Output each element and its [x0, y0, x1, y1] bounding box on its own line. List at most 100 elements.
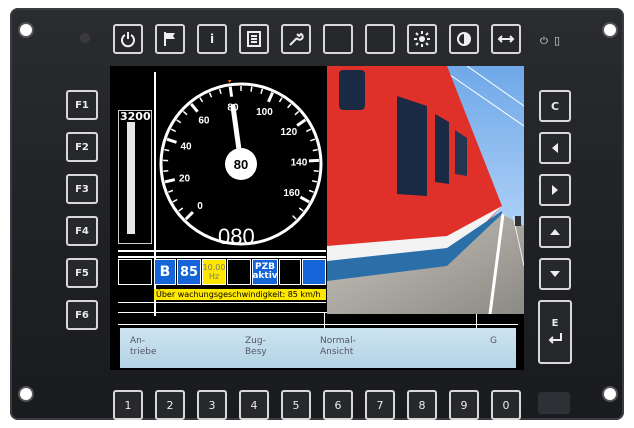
speed-tick	[287, 103, 292, 109]
top-key-5[interactable]	[281, 24, 311, 54]
softkey-1[interactable]: An- triebe	[130, 328, 157, 368]
cells-top-line	[118, 256, 326, 258]
speed-tick	[178, 207, 184, 212]
number-label: 1	[124, 398, 132, 412]
arrow-left-key[interactable]	[539, 132, 571, 164]
top-key-10[interactable]	[491, 24, 521, 54]
empty-cell-1	[118, 259, 152, 285]
speed-tick	[298, 207, 304, 212]
pzb-cell: PZB aktiv	[252, 259, 278, 285]
top-key-3[interactable]: i	[197, 24, 227, 54]
needle-hub-value: 80	[234, 157, 248, 172]
number-label: 2	[166, 398, 174, 412]
softkey-bar: An- triebe Zug- Besy Normal- Ansicht G	[120, 328, 516, 368]
frequency-unit: Hz	[208, 272, 220, 281]
speed-tick	[172, 198, 178, 203]
function-key-f5[interactable]: F5	[66, 258, 98, 288]
arrow-right-icon	[546, 181, 564, 199]
function-key-f1[interactable]: F1	[66, 90, 98, 120]
softkey-4[interactable]: Normal- Ansicht	[320, 328, 356, 368]
speed-tick-label: 40	[180, 142, 192, 153]
brightness-icon	[413, 30, 431, 48]
speed-tick	[306, 128, 312, 133]
function-key-f2[interactable]: F2	[66, 132, 98, 162]
arrow-down-key[interactable]	[539, 258, 571, 290]
train-platform-image	[327, 66, 524, 314]
speed-tick	[250, 86, 253, 92]
speedometer: 020406080100120140160 80	[159, 80, 323, 246]
speed-tick	[218, 88, 222, 94]
top-key-2[interactable]	[155, 24, 185, 54]
speed-tick	[167, 189, 174, 193]
number-key-8[interactable]: 8	[407, 390, 437, 420]
arrow-left-icon	[546, 139, 564, 157]
enter-icon	[546, 329, 564, 347]
arrow-right-key[interactable]	[539, 174, 571, 206]
speed-tick	[309, 138, 316, 142]
speed-tick	[164, 178, 176, 184]
wrench-icon	[287, 30, 305, 48]
function-key-f3[interactable]: F3	[66, 174, 98, 204]
fkey-label: F1	[75, 99, 89, 111]
top-key-4[interactable]	[239, 24, 269, 54]
number-key-6[interactable]: 6	[323, 390, 353, 420]
speed-tick-label: 60	[198, 115, 210, 126]
softkey-3[interactable]: Zug- Besy	[245, 328, 267, 368]
pzb-status: aktiv	[252, 271, 278, 281]
function-key-f6[interactable]: F6	[66, 300, 98, 330]
number-key-4[interactable]: 4	[239, 390, 269, 420]
empty-cell-3	[279, 259, 301, 285]
number-label: 6	[334, 398, 342, 412]
frequency-cell: 10.00 Hz	[202, 259, 226, 285]
camera-view	[327, 66, 524, 314]
clear-key[interactable]: C	[539, 90, 571, 122]
fkey-label: F6	[75, 309, 89, 321]
speed-tick	[299, 195, 310, 204]
frequency-value: 10.00	[202, 263, 226, 272]
mount-hole-bottom-right	[604, 388, 616, 400]
power-indicator-icon: ⏻	[540, 36, 548, 47]
speed-tick	[311, 179, 318, 183]
number-label: 0	[502, 398, 510, 412]
number-key-2[interactable]: 2	[155, 390, 185, 420]
blue-cell	[302, 259, 326, 285]
clear-label: C	[550, 99, 560, 113]
arrow-up-key[interactable]	[539, 216, 571, 248]
number-key-1[interactable]: 1	[113, 390, 143, 420]
number-key-0[interactable]: 0	[491, 390, 521, 420]
arrow-down-icon	[546, 265, 564, 283]
speed-tick-label: 20	[179, 173, 191, 184]
number-key-5[interactable]: 5	[281, 390, 311, 420]
speed-tick	[312, 148, 318, 152]
speed-tick	[308, 189, 315, 193]
number-key-7[interactable]: 7	[365, 390, 395, 420]
number-key-9[interactable]: 9	[449, 390, 479, 420]
fkey-label: F4	[75, 225, 89, 237]
digital-speed: 080	[218, 224, 255, 249]
speed-tick	[164, 148, 170, 152]
top-key-6[interactable]	[323, 24, 353, 54]
blank-key-bottom-right[interactable]	[538, 392, 570, 414]
row-divider-1	[324, 312, 325, 328]
number-key-3[interactable]: 3	[197, 390, 227, 420]
fkey-label: F3	[75, 183, 89, 195]
top-key-1[interactable]	[113, 24, 143, 54]
softkey-6[interactable]: G	[490, 328, 497, 368]
empty-cell-2	[227, 259, 251, 285]
document-icon	[245, 30, 263, 48]
enter-label: E	[551, 317, 559, 329]
row-line-1	[118, 302, 326, 303]
battery-indicator-icon: ▯	[554, 34, 561, 47]
enter-key[interactable]: E	[538, 300, 572, 364]
speed-tick	[170, 128, 176, 133]
top-key-9[interactable]	[449, 24, 479, 54]
top-key-8[interactable]	[407, 24, 437, 54]
top-key-7[interactable]	[365, 24, 395, 54]
speed-tick	[228, 86, 234, 97]
number-label: 7	[376, 398, 384, 412]
speed-limit-cell: 85	[177, 259, 201, 285]
function-key-f4[interactable]: F4	[66, 216, 98, 246]
mount-hole-top-right	[604, 24, 616, 36]
speed-tick	[208, 92, 213, 98]
mount-hole-top-left	[20, 24, 32, 36]
